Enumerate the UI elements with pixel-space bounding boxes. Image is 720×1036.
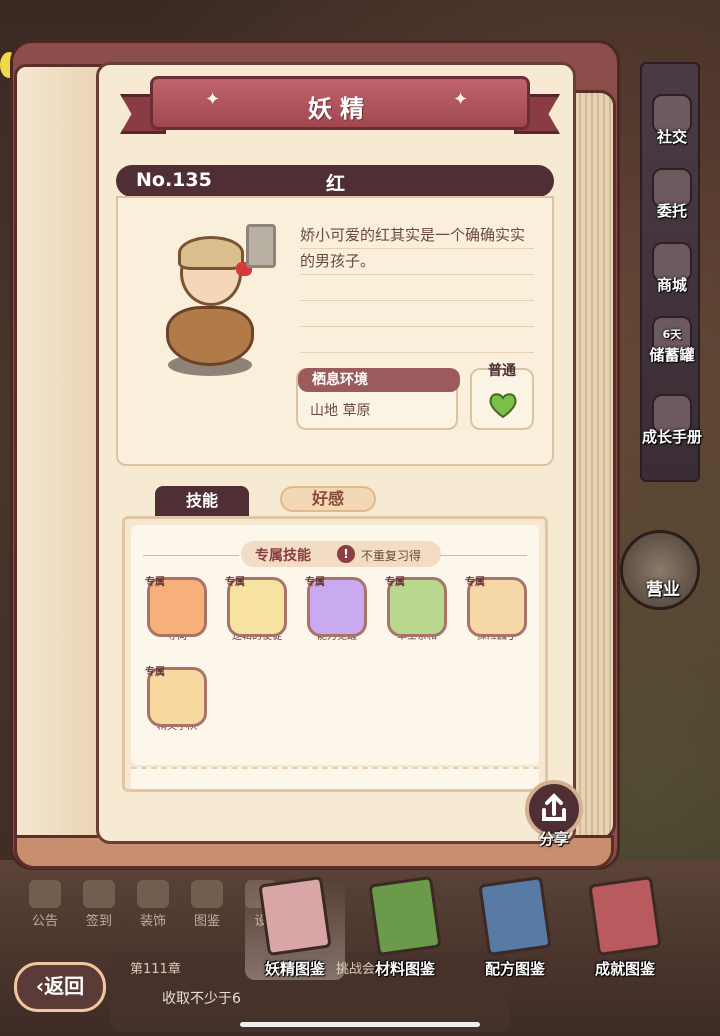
habitat-box: 栖息环境 山地 草原 [296,368,460,430]
back-label: 返回 [44,974,85,998]
collection-icon [191,880,223,908]
skill-gardener[interactable]: 专属 探险园丁 [465,577,529,657]
bg-menu-label: 装饰 [139,914,166,929]
bread-basket [166,306,254,366]
side-nav-label: 商城 [656,276,687,294]
skill-awaken[interactable]: 专属 能力觉醒 [305,577,369,657]
rarity-label: 普通 [488,363,516,379]
habitat-value: 山地 草原 [310,403,371,419]
book-tab-material[interactable]: 材料图鉴 [355,875,455,980]
recipe-book-icon [478,875,552,957]
divider [431,555,527,556]
heart-icon [489,393,517,419]
side-nav: 社交 委托 商城 6天 储蓄罐 成长手册 [640,62,702,482]
rarity-box: 普通 [470,363,534,430]
book-tab-label: 材料图鉴 [374,960,435,978]
skill-guide[interactable]: 专属 导向 [145,577,209,657]
habitat-title: 栖息环境 [298,368,460,392]
section-note: 不重复习得 [361,549,422,563]
book-tab-fairy[interactable]: 妖精图鉴 [245,875,345,980]
divider [300,248,534,249]
back-button[interactable]: ‹返回 [14,962,106,1012]
notice-icon [29,880,61,908]
page-title: 妖精 [308,95,372,123]
divider [300,300,534,301]
bg-menu-signin: 签到 [74,880,124,929]
share-label: 分享 [538,830,569,848]
section-title: 专属技能 [255,548,311,564]
book-tab-recipe[interactable]: 配方图鉴 [465,875,565,980]
entry-header: No.135 红 [116,165,554,197]
book-tab-label: 配方图鉴 [484,960,545,978]
bg-menu-collection: 图鉴 [182,880,232,929]
skill-tag: 专属 [465,577,485,588]
bg-menu-decor: 装饰 [128,880,178,929]
side-nav-shop[interactable]: 商城 [642,242,702,295]
chapter-goal: 收取不少于6 [162,991,241,1007]
book-tab-label: 妖精图鉴 [264,960,325,978]
side-nav-label: 社交 [656,128,687,146]
material-book-icon [368,875,442,957]
fairy-book-icon [258,875,332,957]
skill-logic[interactable]: 专属 逻辑的使徒 [225,577,289,657]
skill-tag: 专属 [305,577,325,588]
side-nav-label: 成长手册 [642,428,703,446]
side-nav-social[interactable]: 社交 [642,94,702,147]
entry-number: No.135 [136,169,212,191]
skills-next-section [131,767,539,789]
skill-tag: 专属 [225,577,245,588]
divider [300,274,534,275]
card-slot[interactable] [246,224,276,268]
side-nav-badge: 6天 [662,328,682,341]
skill-tag: 专属 [145,667,165,678]
divider [143,555,239,556]
fairy-name: 红 [326,173,346,195]
skill-elite[interactable]: 专属 精英小队 [145,667,209,747]
chapter-label: 第111章 [130,962,181,977]
tab-affection[interactable]: 好感 [280,486,376,512]
divider [300,352,534,353]
book-tab-label: 成就图鉴 [594,960,655,978]
bg-menu-label: 公告 [31,914,58,929]
shop-label: 营业 [646,580,680,600]
sparkle-icon: ✦ [453,89,469,110]
side-nav-growth[interactable]: 成长手册 [642,394,702,447]
skill-tag: 专属 [385,577,405,588]
signin-icon [83,880,115,908]
side-nav-label: 储蓄罐 [649,346,695,364]
decor-icon [137,880,169,908]
achievement-book-icon [588,875,662,957]
side-nav-piggybank[interactable]: 6天 储蓄罐 [642,316,702,365]
title-ribbon: ✦ 妖精 ✦ [150,76,530,130]
bg-menu-label: 签到 [85,914,112,929]
divider [300,326,534,327]
share-icon [542,793,566,821]
fairy-portrait[interactable] [160,232,260,382]
fairy-hair [178,236,244,270]
tab-skills[interactable]: 技能 [155,486,249,516]
open-shop-button[interactable]: 营业 [620,530,700,610]
skill-tag: 专属 [145,577,165,588]
left-page [14,64,106,864]
warning-icon: ! [337,545,355,563]
home-indicator[interactable] [240,1022,480,1027]
chevron-left-icon: ‹ [35,974,45,998]
bg-menu-notice: 公告 [20,880,70,929]
skill-soil[interactable]: 专属 草士亲和 [385,577,449,657]
side-nav-label: 委托 [656,202,687,220]
side-nav-commission[interactable]: 委托 [642,168,702,221]
bg-menu-label: 图鉴 [193,914,220,929]
book-tab-achievement[interactable]: 成就图鉴 [575,875,675,980]
skills-list: 专属技能 ! 不重复习得 专属 导向 专属 逻辑的使徒 专属 能力觉醒 专属 草… [131,525,539,765]
skills-panel[interactable]: 专属技能 ! 不重复习得 专属 导向 专属 逻辑的使徒 专属 能力觉醒 专属 草… [122,516,548,792]
